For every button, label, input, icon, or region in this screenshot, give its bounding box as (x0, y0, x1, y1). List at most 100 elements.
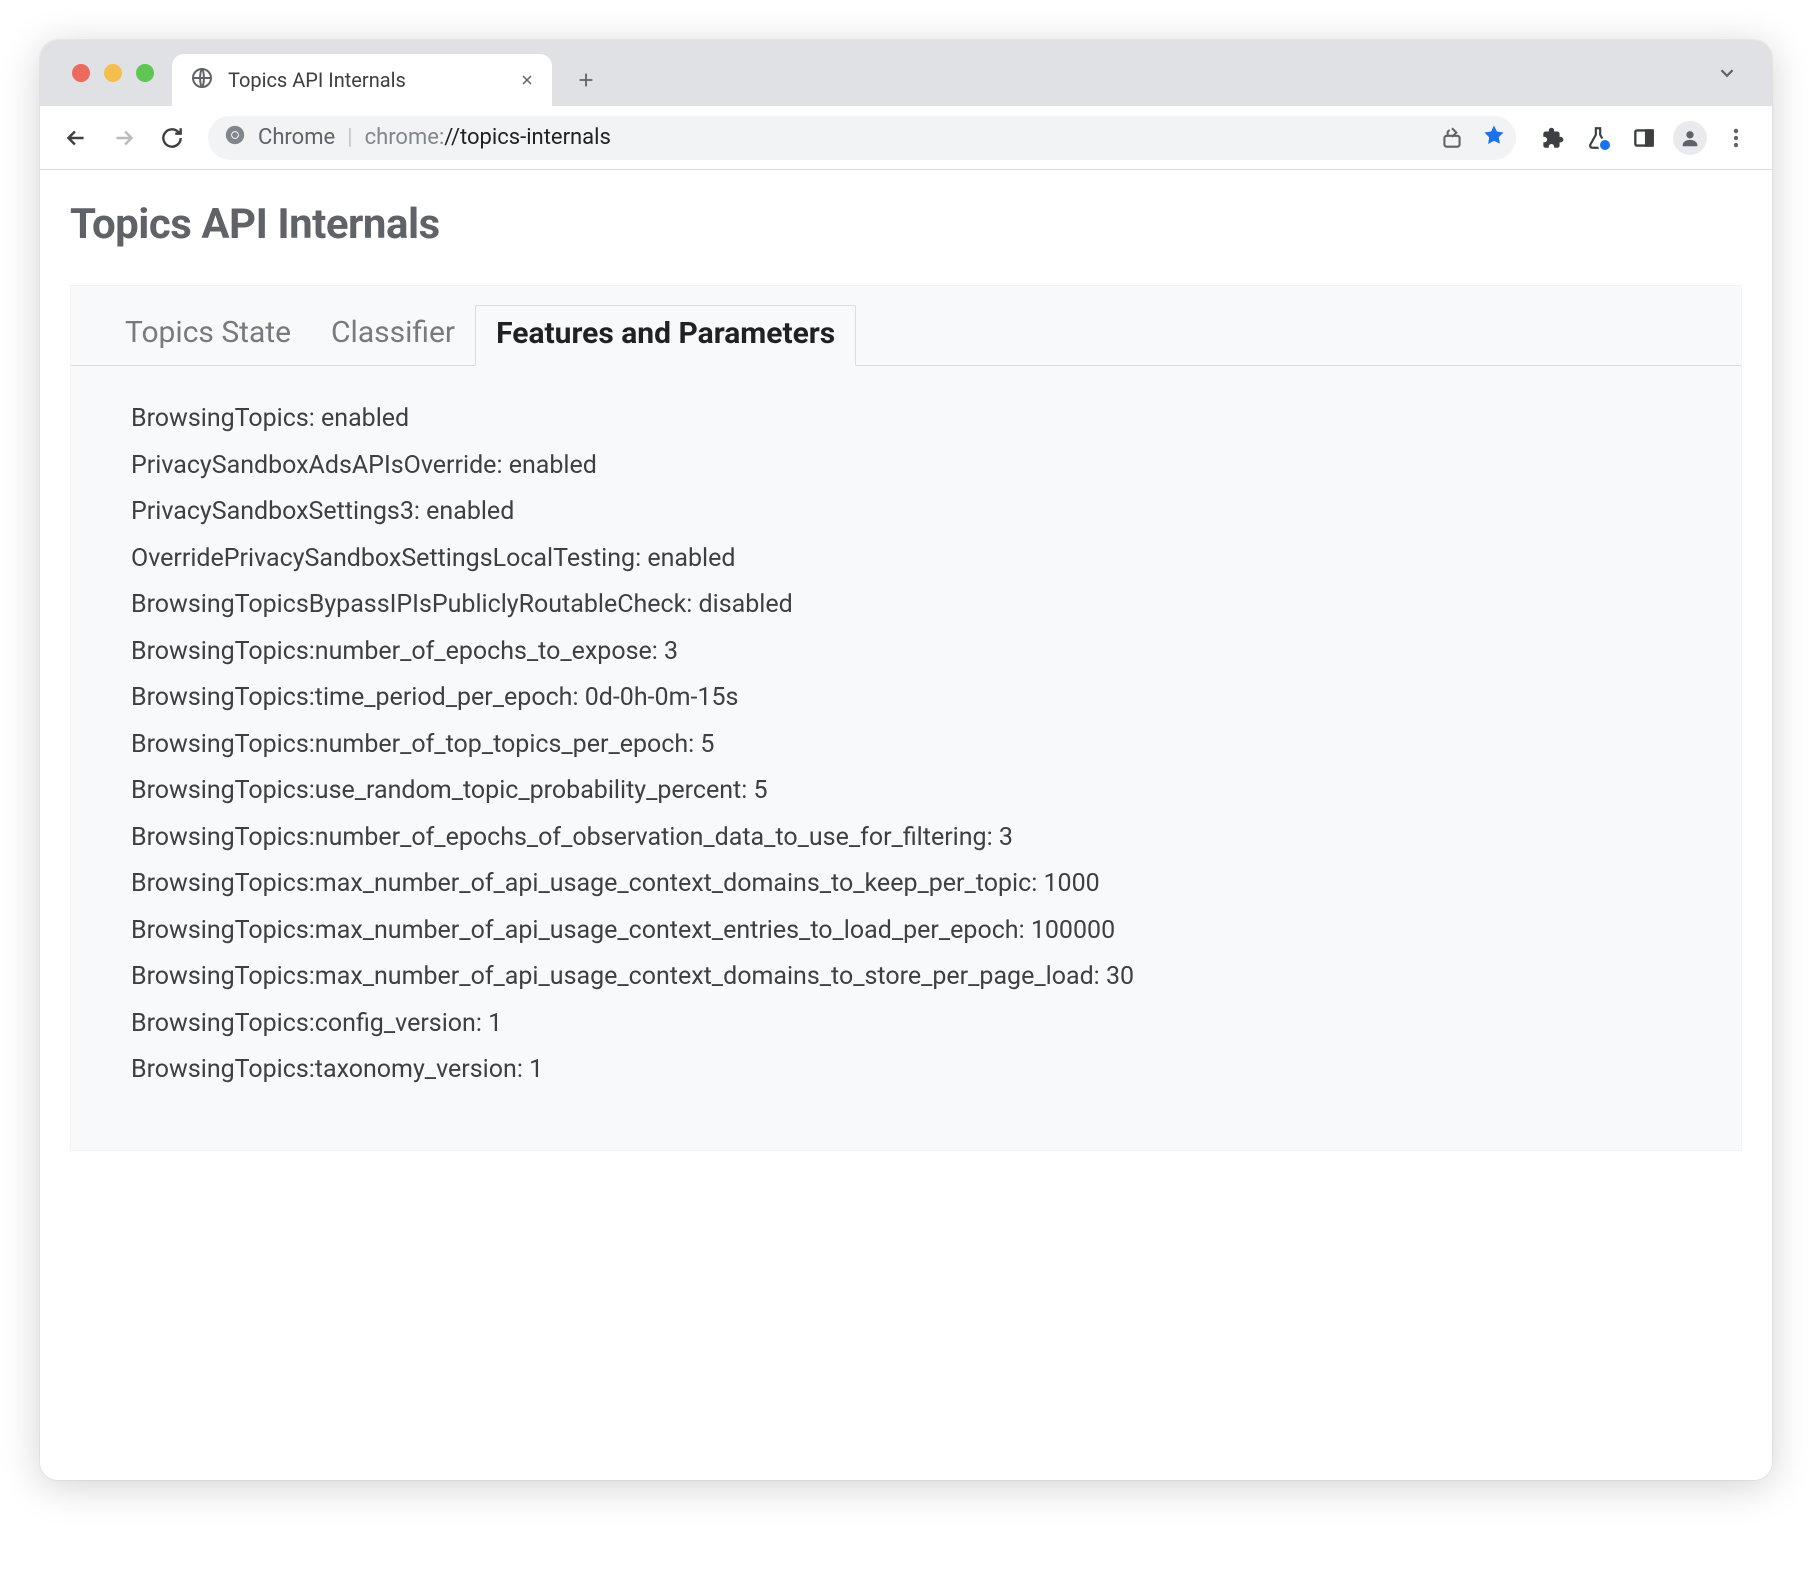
feature-value: 5 (754, 776, 768, 805)
feature-name: BrowsingTopics (131, 404, 309, 433)
minimize-window-button[interactable] (104, 64, 122, 82)
tab-strip: Topics API Internals (40, 40, 1772, 106)
url-origin: Chrome (258, 125, 335, 150)
feature-separator: : (496, 451, 508, 480)
forward-button[interactable] (102, 116, 146, 160)
feature-name: BrowsingTopics:config_version (131, 1009, 476, 1038)
content-tab-features-and-parameters[interactable]: Features and Parameters (475, 305, 856, 366)
content-panel: Topics StateClassifierFeatures and Param… (70, 285, 1742, 1151)
feature-value: enabled (321, 404, 409, 433)
feature-separator: : (652, 637, 664, 666)
feature-row: BrowsingTopics:max_number_of_api_usage_c… (131, 954, 1741, 1001)
feature-row: BrowsingTopics:taxonomy_version: 1 (131, 1047, 1741, 1094)
feature-row: BrowsingTopics:use_random_topic_probabil… (131, 768, 1741, 815)
content-tabs: Topics StateClassifierFeatures and Param… (71, 286, 1741, 366)
sidepanel-button[interactable] (1622, 116, 1666, 160)
feature-row: BrowsingTopics:time_period_per_epoch: 0d… (131, 675, 1741, 722)
feature-value: disabled (699, 590, 793, 619)
feature-value: enabled (647, 544, 735, 573)
feature-separator: : (572, 683, 584, 712)
page-content: Topics API Internals Topics StateClassif… (40, 170, 1772, 1480)
feature-value: enabled (509, 451, 597, 480)
feature-name: BrowsingTopics:taxonomy_version (131, 1055, 517, 1084)
profile-button[interactable] (1668, 116, 1712, 160)
feature-row: BrowsingTopics:max_number_of_api_usage_c… (131, 861, 1741, 908)
labs-button[interactable] (1576, 116, 1620, 160)
feature-row: OverridePrivacySandboxSettingsLocalTesti… (131, 536, 1741, 583)
feature-row: BrowsingTopics:number_of_top_topics_per_… (131, 722, 1741, 769)
feature-name: BrowsingTopics:use_random_topic_probabil… (131, 776, 741, 805)
feature-name: BrowsingTopics:max_number_of_api_usage_c… (131, 869, 1031, 898)
feature-name: BrowsingTopics:number_of_epochs_of_obser… (131, 823, 987, 852)
feature-list: BrowsingTopics: enabledPrivacySandboxAds… (71, 366, 1741, 1150)
browser-window: Topics API Internals Chrome | (40, 40, 1772, 1480)
feature-name: BrowsingTopics:number_of_top_topics_per_… (131, 730, 688, 759)
feature-separator: : (476, 1009, 488, 1038)
content-tab-classifier[interactable]: Classifier (311, 305, 475, 366)
feature-separator: : (517, 1055, 529, 1084)
feature-value: enabled (426, 497, 514, 526)
feature-name: BrowsingTopics:time_period_per_epoch (131, 683, 572, 712)
chrome-icon (224, 124, 246, 152)
address-bar[interactable]: Chrome | chrome://topics-internals (208, 116, 1516, 160)
feature-separator: : (1094, 962, 1106, 991)
content-tab-topics-state[interactable]: Topics State (105, 305, 311, 366)
feature-value: 3 (664, 637, 678, 666)
feature-value: 100000 (1031, 916, 1115, 945)
reload-button[interactable] (150, 116, 194, 160)
feature-value: 1 (529, 1055, 543, 1084)
toolbar: Chrome | chrome://topics-internals (40, 106, 1772, 170)
feature-name: PrivacySandboxSettings3 (131, 497, 414, 526)
feature-value: 30 (1106, 962, 1134, 991)
feature-name: PrivacySandboxAdsAPIsOverride (131, 451, 496, 480)
feature-row: BrowsingTopicsBypassIPIsPubliclyRoutable… (131, 582, 1741, 629)
feature-separator: : (987, 823, 999, 852)
back-button[interactable] (54, 116, 98, 160)
feature-separator: : (1019, 916, 1031, 945)
maximize-window-button[interactable] (136, 64, 154, 82)
labs-notification-dot (1598, 138, 1612, 152)
feature-value: 1 (488, 1009, 502, 1038)
feature-row: PrivacySandboxAdsAPIsOverride: enabled (131, 443, 1741, 490)
feature-row: PrivacySandboxSettings3: enabled (131, 489, 1741, 536)
browser-tab[interactable]: Topics API Internals (172, 54, 552, 106)
page-title: Topics API Internals (70, 200, 1742, 249)
feature-separator: : (635, 544, 647, 573)
feature-name: BrowsingTopicsBypassIPIsPubliclyRoutable… (131, 590, 686, 619)
feature-separator: : (414, 497, 426, 526)
globe-icon (190, 66, 214, 95)
avatar (1673, 121, 1707, 155)
feature-separator: : (741, 776, 753, 805)
feature-separator: : (1031, 869, 1043, 898)
close-window-button[interactable] (72, 64, 90, 82)
feature-separator: : (688, 730, 700, 759)
url-scheme: chrome: (365, 125, 445, 150)
menu-button[interactable] (1714, 116, 1758, 160)
feature-value: 5 (700, 730, 714, 759)
feature-value: 1000 (1043, 869, 1099, 898)
url-separator: | (347, 125, 352, 150)
feature-row: BrowsingTopics:config_version: 1 (131, 1001, 1741, 1048)
window-controls (52, 40, 172, 106)
tab-title: Topics API Internals (228, 68, 502, 92)
feature-row: BrowsingTopics:number_of_epochs_of_obser… (131, 815, 1741, 862)
url-path: //topics-internals (444, 125, 611, 150)
feature-row: BrowsingTopics:max_number_of_api_usage_c… (131, 908, 1741, 955)
new-tab-button[interactable] (566, 60, 606, 100)
feature-name: BrowsingTopics:max_number_of_api_usage_c… (131, 962, 1094, 991)
feature-separator: : (309, 404, 321, 433)
share-button[interactable] (1434, 120, 1470, 156)
feature-value: 0d-0h-0m-15s (585, 683, 739, 712)
feature-separator: : (686, 590, 698, 619)
toolbar-right (1530, 116, 1758, 160)
feature-name: OverridePrivacySandboxSettingsLocalTesti… (131, 544, 635, 573)
close-tab-button[interactable] (516, 69, 538, 91)
extensions-button[interactable] (1530, 116, 1574, 160)
bookmark-star-icon[interactable] (1482, 123, 1506, 153)
feature-value: 3 (999, 823, 1013, 852)
tabs-dropdown-button[interactable] (1712, 58, 1742, 88)
feature-name: BrowsingTopics:max_number_of_api_usage_c… (131, 916, 1019, 945)
feature-name: BrowsingTopics:number_of_epochs_to_expos… (131, 637, 652, 666)
feature-row: BrowsingTopics:number_of_epochs_to_expos… (131, 629, 1741, 676)
feature-row: BrowsingTopics: enabled (131, 396, 1741, 443)
